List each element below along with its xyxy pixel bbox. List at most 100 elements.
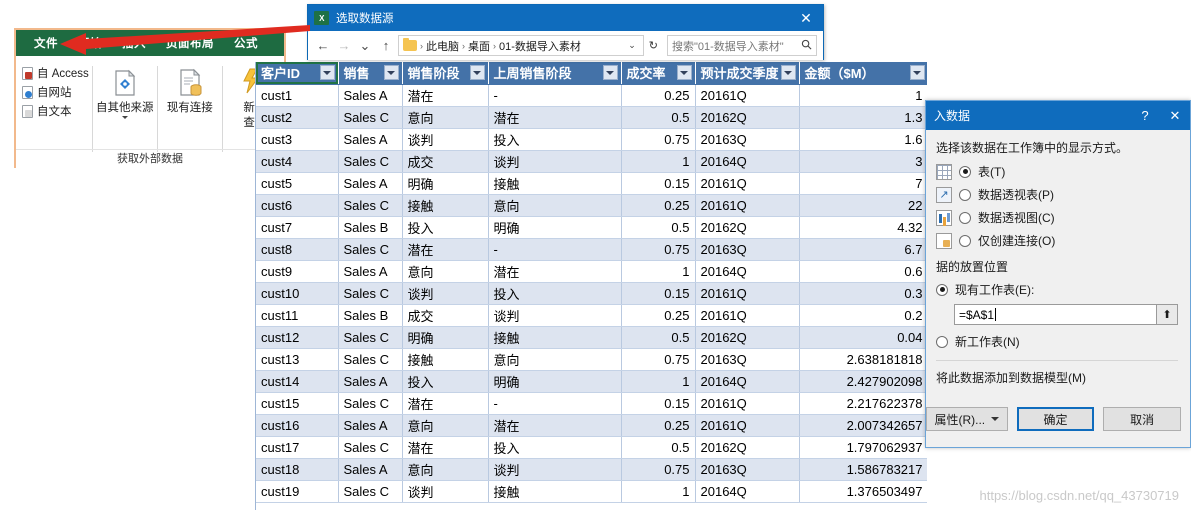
dialog-title-bar[interactable]: X 选取数据源 ✕ [308,5,823,31]
cell-close-rate[interactable]: 0.75 [621,458,696,481]
column-header-amount[interactable]: 金额（$M） [799,62,927,85]
import-dialog-title-bar[interactable]: 入数据 ? ✕ [926,101,1190,130]
cell-expected-quarter[interactable]: 20162Q [695,106,800,129]
cell-sales-rep[interactable]: Sales A [338,370,403,393]
properties-button[interactable]: 属性(R)... [926,407,1008,431]
cell-close-rate[interactable]: 0.75 [621,128,696,151]
cell-sales-rep[interactable]: Sales C [338,436,403,459]
cell-last-week-stage[interactable]: 投入 [488,436,622,459]
cell-amount[interactable]: 2.217622378 [799,392,927,415]
cell-sales-rep[interactable]: Sales A [338,84,403,107]
filter-dropdown-icon-5[interactable] [780,65,796,80]
cell-amount[interactable]: 2.427902098 [799,370,927,393]
cell-last-week-stage[interactable]: 接触 [488,480,622,503]
cell-sales-rep[interactable]: Sales C [338,326,403,349]
display-option-connection-only[interactable]: 仅创建连接(O) [936,232,1178,249]
cell-amount[interactable]: 7 [799,172,927,195]
cancel-button[interactable]: 取消 [1103,407,1181,431]
back-icon[interactable]: ← [314,37,332,55]
table-row[interactable]: cust8 Sales C 潜在 -0.75 20163Q 6.7 [256,238,927,261]
chevron-down-icon[interactable] [991,417,1000,421]
cell-sales-rep[interactable]: Sales A [338,172,403,195]
column-header-sales[interactable]: 销售 [338,62,403,85]
table-row[interactable]: cust4 Sales C 成交 谈判 1 20164Q 3 [256,150,927,173]
cell-customer-id[interactable]: cust14 [256,370,339,393]
cell-amount[interactable]: 1.6 [799,128,927,151]
cell-last-week-stage[interactable]: 接触 [488,172,622,195]
cell-customer-id[interactable]: cust13 [256,348,339,371]
cell-sales-rep[interactable]: Sales C [338,480,403,503]
cell-sales-stage[interactable]: 意向 [402,458,489,481]
cell-last-week-stage[interactable]: 谈判 [488,150,622,173]
cell-last-week-stage[interactable]: - [488,84,622,107]
table-row[interactable]: cust13 Sales C 接触 意向 0.75 20163Q 2.638181818 [256,348,927,371]
cell-close-rate[interactable]: 0.75 [621,348,696,371]
cell-expected-quarter[interactable]: 20163Q [695,128,800,151]
cell-close-rate[interactable]: 0.25 [621,414,696,437]
cell-customer-id[interactable]: cust18 [256,458,339,481]
cell-customer-id[interactable]: cust5 [256,172,339,195]
cell-expected-quarter[interactable]: 20162Q [695,326,800,349]
cell-customer-id[interactable]: cust19 [256,480,339,503]
cell-sales-stage[interactable]: 潜在 [402,84,489,107]
cell-last-week-stage[interactable]: 潜在 [488,414,622,437]
cell-close-rate[interactable]: 1 [621,260,696,283]
cell-close-rate[interactable]: 1 [621,480,696,503]
cell-last-week-stage[interactable]: - [488,392,622,415]
cell-amount[interactable]: 1.3 [799,106,927,129]
range-input[interactable]: =$A$1 [954,304,1157,325]
location-option-new-sheet[interactable]: 新工作表(N) [936,333,1178,350]
cell-customer-id[interactable]: cust1 [256,84,339,107]
cell-expected-quarter[interactable]: 20163Q [695,238,800,261]
radio-new-sheet[interactable] [936,335,948,348]
cell-customer-id[interactable]: cust6 [256,194,339,217]
cell-customer-id[interactable]: cust12 [256,326,339,349]
cell-sales-stage[interactable]: 成交 [402,304,489,327]
cell-amount[interactable]: 1 [799,84,927,107]
cell-close-rate[interactable]: 1 [621,150,696,173]
cell-customer-id[interactable]: cust8 [256,238,339,261]
cell-expected-quarter[interactable]: 20161Q [695,414,800,437]
cell-sales-rep[interactable]: Sales C [338,282,403,305]
cell-sales-rep[interactable]: Sales A [338,128,403,151]
cell-sales-stage[interactable]: 明确 [402,326,489,349]
cell-customer-id[interactable]: cust17 [256,436,339,459]
cell-last-week-stage[interactable]: 明确 [488,216,622,239]
cell-sales-rep[interactable]: Sales C [338,348,403,371]
cell-amount[interactable]: 3 [799,150,927,173]
cell-expected-quarter[interactable]: 20164Q [695,260,800,283]
cell-customer-id[interactable]: cust7 [256,216,339,239]
cell-amount[interactable]: 22 [799,194,927,217]
table-row[interactable]: cust10 Sales C 谈判 投入 0.15 20161Q 0.3 [256,282,927,305]
cell-sales-rep[interactable]: Sales C [338,392,403,415]
cell-expected-quarter[interactable]: 20161Q [695,172,800,195]
radio-connection-only[interactable] [959,234,971,247]
cell-expected-quarter[interactable]: 20161Q [695,392,800,415]
display-option-pivot-table[interactable]: 数据透视表(P) [936,186,1178,203]
cell-customer-id[interactable]: cust16 [256,414,339,437]
cell-close-rate[interactable]: 1 [621,370,696,393]
breadcrumb-item-this-pc[interactable]: 此电脑 [426,38,459,54]
cell-last-week-stage[interactable]: 意向 [488,194,622,217]
table-row[interactable]: cust14 Sales A 投入 明确 1 20164Q 2.427902098 [256,370,927,393]
cell-expected-quarter[interactable]: 20161Q [695,194,800,217]
cell-close-rate[interactable]: 0.75 [621,238,696,261]
cell-close-rate[interactable]: 0.5 [621,436,696,459]
cell-expected-quarter[interactable]: 20161Q [695,282,800,305]
cell-sales-stage[interactable]: 投入 [402,370,489,393]
from-web-button[interactable]: 自网站 [22,84,89,100]
table-row[interactable]: cust3 Sales A 谈判 投入 0.75 20163Q 1.6 [256,128,927,151]
radio-existing-sheet[interactable] [936,283,948,296]
chevron-down-icon[interactable] [121,116,128,119]
cell-last-week-stage[interactable]: 谈判 [488,458,622,481]
cell-customer-id[interactable]: cust15 [256,392,339,415]
cell-sales-rep[interactable]: Sales C [338,150,403,173]
filter-dropdown-icon-3[interactable] [602,65,618,80]
cell-expected-quarter[interactable]: 20163Q [695,348,800,371]
cell-amount[interactable]: 4.32 [799,216,927,239]
cell-amount[interactable]: 2.638181818 [799,348,927,371]
cell-sales-stage[interactable]: 谈判 [402,282,489,305]
cell-close-rate[interactable]: 0.15 [621,282,696,305]
table-row[interactable]: cust17 Sales C 潜在 投入 0.5 20162Q 1.797062937 [256,436,927,459]
radio-pivot-chart[interactable] [959,211,971,224]
